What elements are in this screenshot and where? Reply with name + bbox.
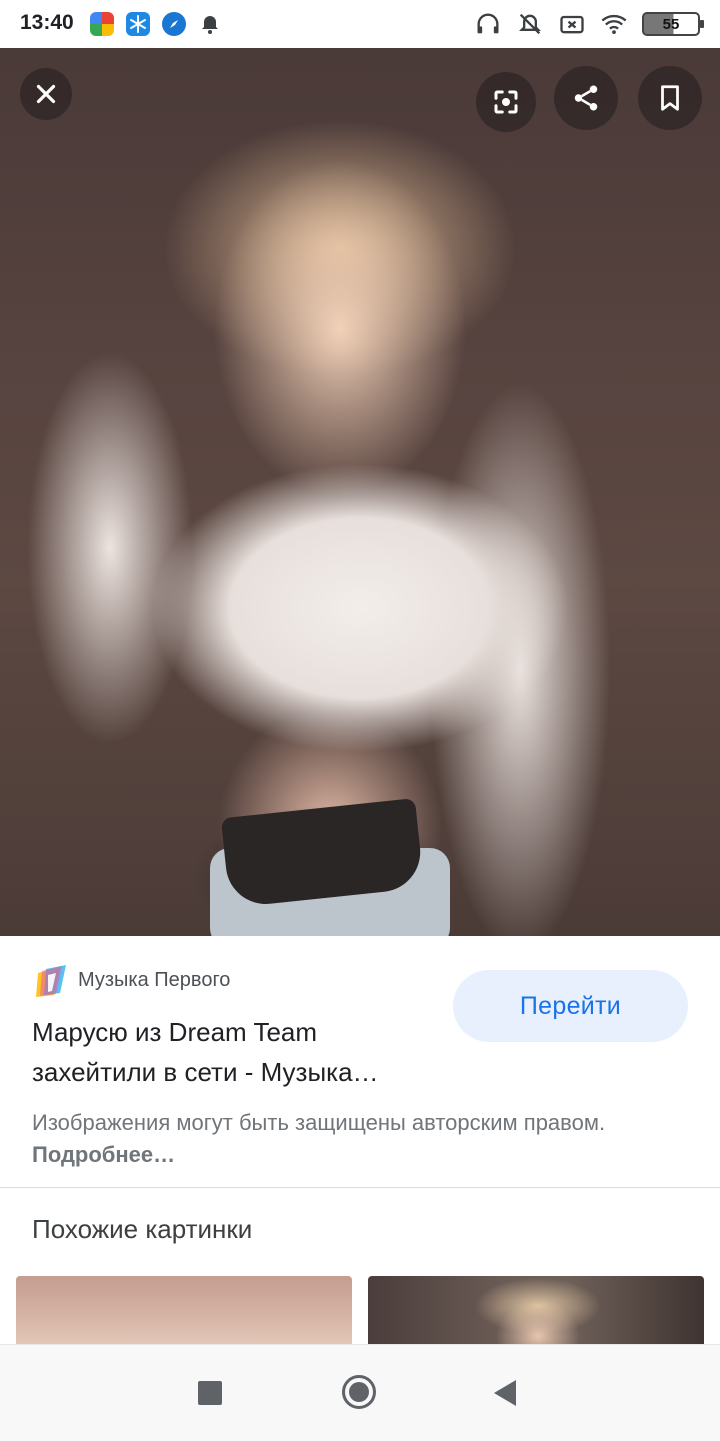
lens-button[interactable]	[476, 72, 536, 132]
snowflake-app-icon	[126, 12, 150, 36]
image-title-line2: захейтили в сети - Музыка…	[32, 1057, 379, 1087]
close-icon	[36, 84, 56, 104]
battery-icon: 55	[642, 12, 704, 36]
status-bar: 13:40 55	[0, 0, 720, 48]
share-button[interactable]	[554, 66, 618, 130]
source-name[interactable]: Музыка Первого	[78, 969, 230, 992]
home-icon[interactable]	[342, 1375, 376, 1409]
recent-apps-icon[interactable]	[198, 1381, 222, 1405]
copyright-notice: Изображения могут быть защищены авторски…	[32, 1107, 672, 1171]
status-right-icons: 55	[474, 10, 704, 38]
image-title[interactable]: Марусю из Dream Team захейтили в сети - …	[32, 1012, 442, 1092]
source-logo-icon	[36, 965, 66, 997]
headphones-icon	[477, 13, 499, 34]
image-title-line1: Марусю из Dream Team	[32, 1017, 318, 1047]
compass-app-icon	[162, 12, 186, 36]
back-icon[interactable]	[494, 1380, 516, 1406]
alarm-icon	[198, 12, 222, 36]
status-app-icons	[90, 12, 222, 36]
status-time: 13:40	[20, 11, 74, 34]
preview-image[interactable]	[0, 48, 720, 936]
battery-level: 55	[662, 15, 680, 33]
divider	[0, 1187, 720, 1188]
google-lens-icon	[494, 90, 518, 114]
bookmark-button[interactable]	[638, 66, 702, 130]
no-sim-icon	[560, 15, 584, 34]
app-icon-colorful-icon	[90, 12, 114, 36]
mute-icon	[519, 13, 541, 35]
wifi-icon	[601, 14, 627, 35]
share-icon	[574, 85, 598, 111]
bookmark-icon	[661, 85, 679, 111]
visit-button[interactable]: Перейти	[453, 970, 688, 1042]
similar-images-heading: Похожие картинки	[32, 1214, 253, 1244]
similar-image-thumbnail[interactable]	[16, 1276, 352, 1344]
close-button[interactable]	[20, 68, 72, 120]
copyright-text: Изображения могут быть защищены авторски…	[32, 1110, 606, 1135]
similar-image-thumbnail[interactable]	[368, 1276, 704, 1344]
learn-more-link[interactable]: Подробнее…	[32, 1142, 175, 1167]
